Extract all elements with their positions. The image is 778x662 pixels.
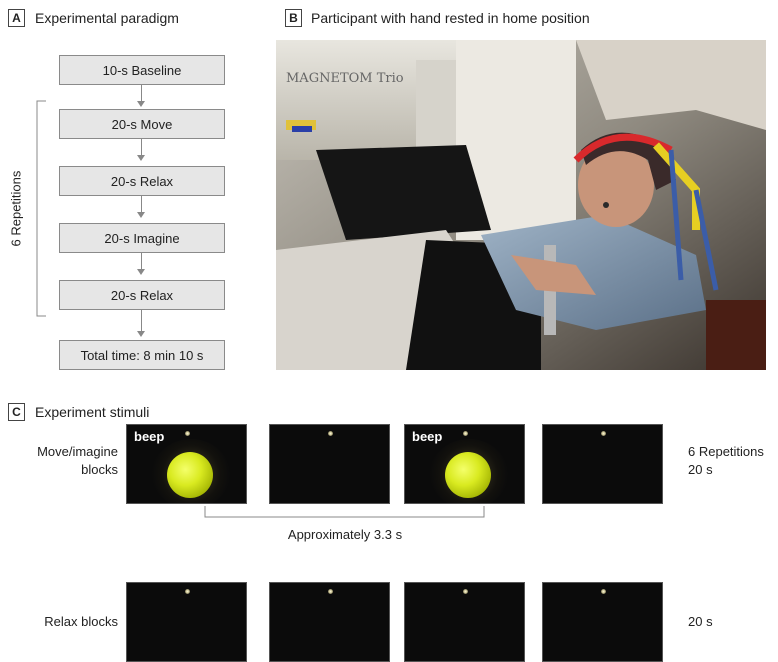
row1-label-line2: blocks — [81, 462, 118, 477]
relax-frame-3 — [404, 582, 525, 662]
relax-frame-2 — [269, 582, 390, 662]
fixation-dot — [328, 589, 333, 594]
arrow-1 — [137, 85, 145, 108]
repetition-label-wrap: 6 Repetitions — [0, 170, 30, 247]
arrow-4 — [137, 253, 145, 276]
stimulus-frame-blank-2 — [542, 424, 663, 504]
tennis-ball-icon — [445, 452, 491, 498]
panel-b-letter: B — [285, 9, 302, 27]
fixation-dot — [185, 431, 190, 436]
stimulus-frame-beep-1: beep — [126, 424, 247, 504]
participant-photo: MAGNETOM Trio — [276, 40, 766, 370]
step-imagine: 20-s Imagine — [59, 223, 225, 253]
row2-label: Relax blocks — [44, 614, 118, 629]
step-move: 20-s Move — [59, 109, 225, 139]
fixation-dot — [185, 589, 190, 594]
scanner-label: MAGNETOM Trio — [286, 71, 404, 86]
panel-a-letter: A — [8, 9, 25, 27]
fixation-dot — [328, 431, 333, 436]
beep-label: beep — [412, 429, 443, 444]
stimulus-frame-blank-1 — [269, 424, 390, 504]
row1-right-line1: 6 Repetitions — [688, 444, 764, 459]
relax-frame-1 — [126, 582, 247, 662]
row1-label-line1: Move/imagine — [37, 444, 118, 459]
repetition-bracket — [36, 100, 46, 317]
panel-c-letter: C — [8, 403, 25, 421]
fixation-dot — [463, 431, 468, 436]
fixation-dot — [601, 589, 606, 594]
arrow-3 — [137, 196, 145, 219]
interval-bracket — [204, 506, 485, 518]
step-total-time: Total time: 8 min 10 s — [59, 340, 225, 370]
panel-a-title: Experimental paradigm — [35, 10, 179, 26]
fixation-dot — [601, 431, 606, 436]
repetition-label: 6 Repetitions — [8, 170, 24, 247]
photo-illustration: MAGNETOM Trio — [276, 40, 766, 370]
step-baseline: 10-s Baseline — [59, 55, 225, 85]
stimulus-frame-beep-2: beep — [404, 424, 525, 504]
beep-label: beep — [134, 429, 165, 444]
relax-frame-4 — [542, 582, 663, 662]
interval-label: Approximately 3.3 s — [287, 527, 403, 542]
arrow-5 — [137, 310, 145, 338]
panel-c-title: Experiment stimuli — [35, 404, 150, 420]
row2-right: 20 s — [688, 614, 713, 629]
panel-b-title: Participant with hand rested in home pos… — [311, 10, 590, 26]
row1-right-line2: 20 s — [688, 462, 713, 477]
step-relax-1: 20-s Relax — [59, 166, 225, 196]
fixation-dot — [463, 589, 468, 594]
step-relax-2: 20-s Relax — [59, 280, 225, 310]
arrow-2 — [137, 139, 145, 162]
tennis-ball-icon — [167, 452, 213, 498]
